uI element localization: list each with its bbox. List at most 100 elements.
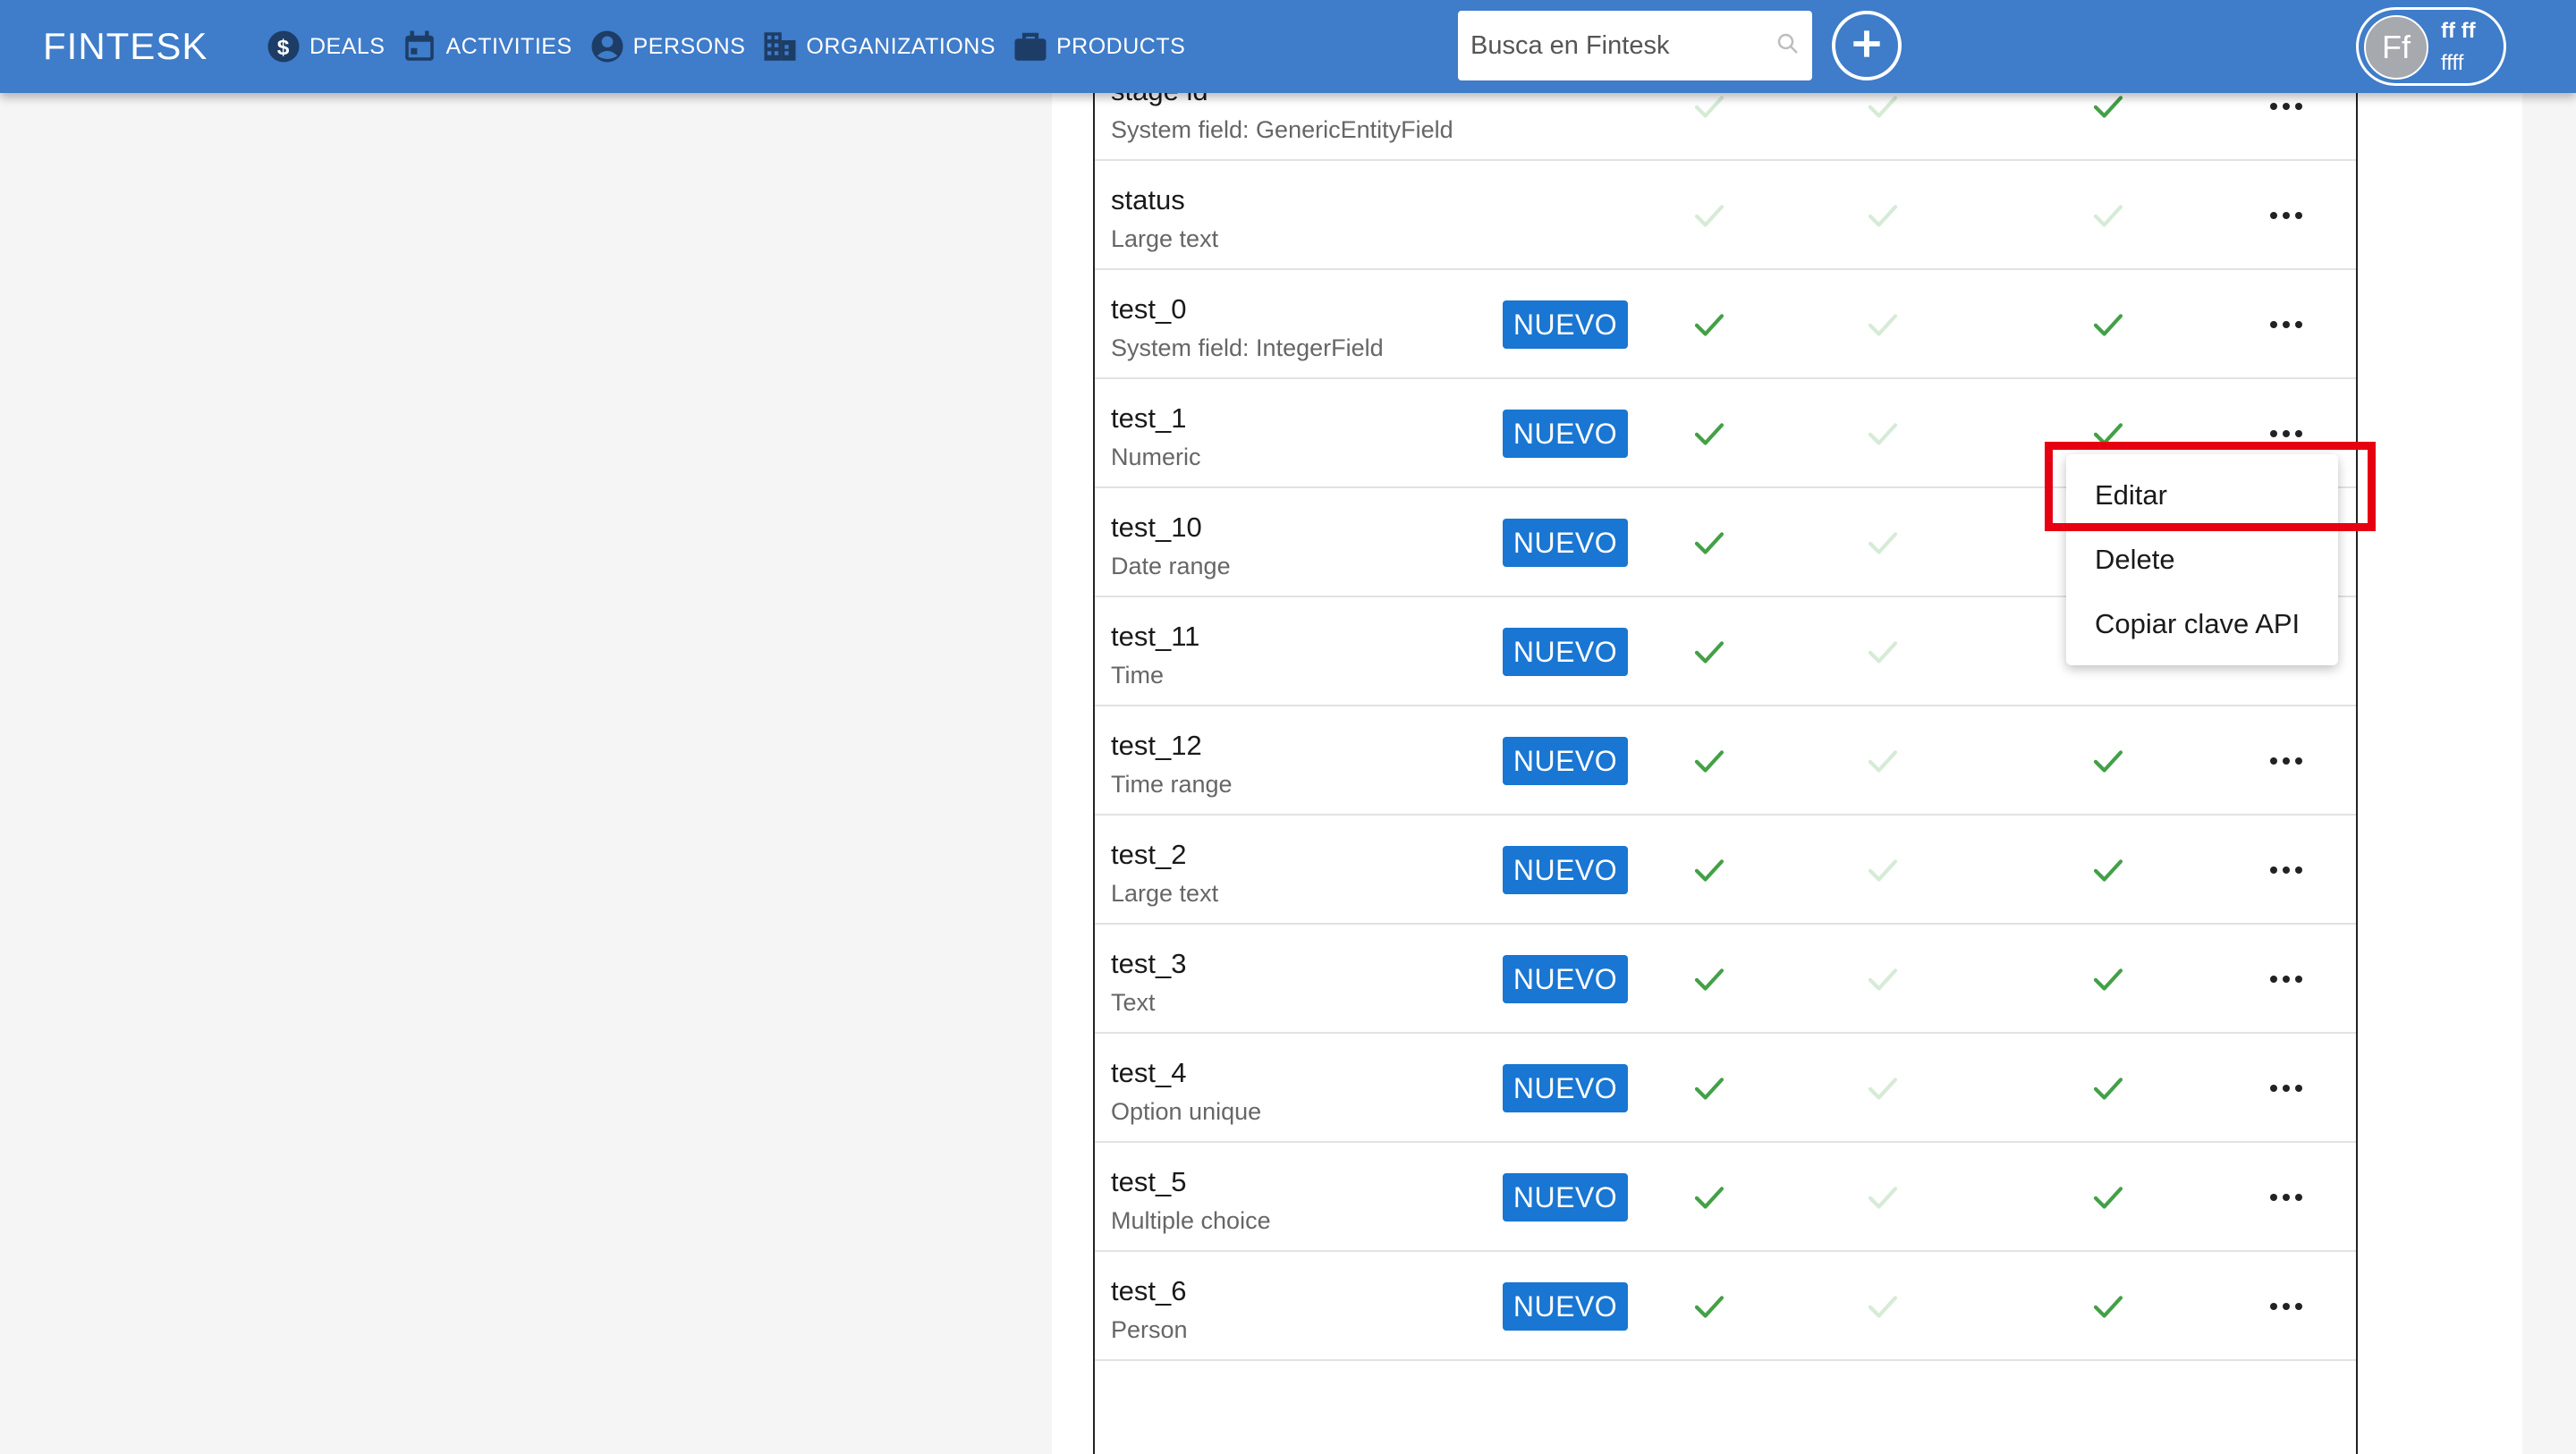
search-input[interactable]: [1469, 30, 1775, 62]
check-icon-active[interactable]: [2089, 1069, 2127, 1107]
table-row: test_0 System field: IntegerField NUEVO: [1095, 270, 2356, 379]
svg-text:$: $: [277, 36, 291, 60]
avatar: Ff: [2364, 15, 2428, 80]
check-icon-active[interactable]: [2089, 306, 2127, 343]
check-icon-active[interactable]: [1690, 851, 1728, 889]
check-icon-active[interactable]: [2089, 960, 2127, 998]
field-type: Large text: [1111, 880, 1219, 907]
plus-icon: [1847, 24, 1886, 68]
field-name: test_6: [1111, 1275, 1187, 1306]
field-name: test_10: [1111, 511, 1202, 543]
new-badge: NUEVO: [1503, 1282, 1628, 1331]
search-box: [1458, 11, 1812, 80]
check-icon-inactive[interactable]: [1864, 1069, 1902, 1107]
more-options-icon[interactable]: [2267, 964, 2306, 994]
table-row: test_4 Option unique NUEVO: [1095, 1034, 2356, 1143]
check-icon-active[interactable]: [1690, 1069, 1728, 1107]
new-badge: NUEVO: [1503, 955, 1628, 1003]
check-icon-active[interactable]: [1690, 415, 1728, 452]
field-name: test_5: [1111, 1166, 1187, 1197]
check-icon-active[interactable]: [1690, 1288, 1728, 1325]
new-badge: NUEVO: [1503, 1064, 1628, 1112]
table-row: test_6 Person NUEVO: [1095, 1252, 2356, 1361]
nav-organizations[interactable]: ORGANIZATIONS: [761, 25, 996, 68]
user-name: ff ff: [2441, 19, 2476, 43]
add-button[interactable]: [1832, 11, 1902, 80]
field-type: Date range: [1111, 553, 1231, 579]
table-row: test_12 Time range NUEVO: [1095, 706, 2356, 816]
check-icon-inactive[interactable]: [1864, 742, 1902, 780]
nav-persons-label: PERSONS: [632, 34, 746, 59]
more-options-icon[interactable]: [2267, 309, 2306, 340]
table-row: status Large text: [1095, 161, 2356, 270]
check-icon-active[interactable]: [1690, 524, 1728, 562]
check-icon-inactive[interactable]: [1864, 851, 1902, 889]
check-icon-active[interactable]: [2089, 742, 2127, 780]
row-context-menu: Editar Delete Copiar clave API: [2066, 454, 2338, 665]
nav-products-label: PRODUCTS: [1056, 34, 1186, 59]
check-icon-inactive[interactable]: [1864, 960, 1902, 998]
check-icon-active[interactable]: [2089, 1179, 2127, 1216]
new-badge: NUEVO: [1503, 300, 1628, 349]
field-type: Time: [1111, 662, 1164, 689]
check-icon-active[interactable]: [1690, 960, 1728, 998]
nav-products[interactable]: PRODUCTS: [1012, 25, 1185, 68]
check-icon-active[interactable]: [2089, 851, 2127, 889]
check-icon-inactive[interactable]: [1864, 524, 1902, 562]
new-badge: NUEVO: [1503, 1173, 1628, 1222]
check-icon-active[interactable]: [1690, 1179, 1728, 1216]
nav-deals[interactable]: $ DEALS: [265, 25, 385, 68]
menu-item-edit[interactable]: Editar: [2066, 463, 2338, 528]
more-options-icon[interactable]: [2267, 1291, 2306, 1322]
check-icon-inactive[interactable]: [1864, 633, 1902, 671]
table-row: test_5 Multiple choice NUEVO: [1095, 1143, 2356, 1252]
more-options-icon[interactable]: [2267, 746, 2306, 776]
check-icon-inactive[interactable]: [1864, 1288, 1902, 1325]
field-name: status: [1111, 184, 1185, 216]
check-icon-active[interactable]: [1690, 633, 1728, 671]
more-options-icon[interactable]: [2267, 418, 2306, 449]
field-type: Text: [1111, 989, 1156, 1016]
field-type: Large text: [1111, 225, 1219, 252]
nav-activities[interactable]: ACTIVITIES: [401, 25, 572, 68]
more-options-icon[interactable]: [2267, 1182, 2306, 1213]
nav-persons[interactable]: PERSONS: [589, 25, 746, 68]
check-icon-active[interactable]: [1690, 742, 1728, 780]
menu-item-delete[interactable]: Delete: [2066, 528, 2338, 592]
menu-item-copy-api-key[interactable]: Copiar clave API: [2066, 592, 2338, 656]
field-type: Time range: [1111, 771, 1233, 798]
check-icon-inactive[interactable]: [1864, 88, 1902, 125]
new-badge: NUEVO: [1503, 846, 1628, 894]
check-icon-active[interactable]: [2089, 88, 2127, 125]
new-badge: NUEVO: [1503, 519, 1628, 567]
field-name: test_11: [1111, 621, 1200, 652]
building-icon: [761, 28, 799, 65]
more-options-icon[interactable]: [2267, 200, 2306, 231]
field-name: test_1: [1111, 402, 1187, 434]
check-icon-active[interactable]: [2089, 1288, 2127, 1325]
dollar-circle-icon: $: [265, 28, 302, 65]
check-icon-inactive[interactable]: [1690, 197, 1728, 234]
check-icon-inactive[interactable]: [1864, 197, 1902, 234]
check-icon-active[interactable]: [1690, 306, 1728, 343]
search-icon[interactable]: [1775, 30, 1801, 62]
new-badge: NUEVO: [1503, 737, 1628, 785]
check-icon-inactive[interactable]: [1690, 88, 1728, 125]
app-logo[interactable]: FINTESK: [43, 21, 208, 72]
check-icon-inactive[interactable]: [2089, 197, 2127, 234]
user-subtitle: ffff: [2441, 51, 2464, 75]
field-type: Numeric: [1111, 444, 1201, 470]
check-icon-inactive[interactable]: [1864, 1179, 1902, 1216]
more-options-icon[interactable]: [2267, 1073, 2306, 1103]
field-type: Multiple choice: [1111, 1207, 1271, 1234]
field-name: test_3: [1111, 948, 1187, 979]
check-icon-inactive[interactable]: [1864, 415, 1902, 452]
calendar-icon: [401, 28, 438, 65]
user-menu[interactable]: Ff ff ff ffff: [2356, 7, 2506, 86]
check-icon-active[interactable]: [2089, 415, 2127, 452]
more-options-icon[interactable]: [2267, 91, 2306, 122]
check-icon-inactive[interactable]: [1864, 306, 1902, 343]
nav-activities-label: ACTIVITIES: [445, 34, 572, 59]
more-options-icon[interactable]: [2267, 855, 2306, 885]
field-name: test_2: [1111, 839, 1187, 870]
